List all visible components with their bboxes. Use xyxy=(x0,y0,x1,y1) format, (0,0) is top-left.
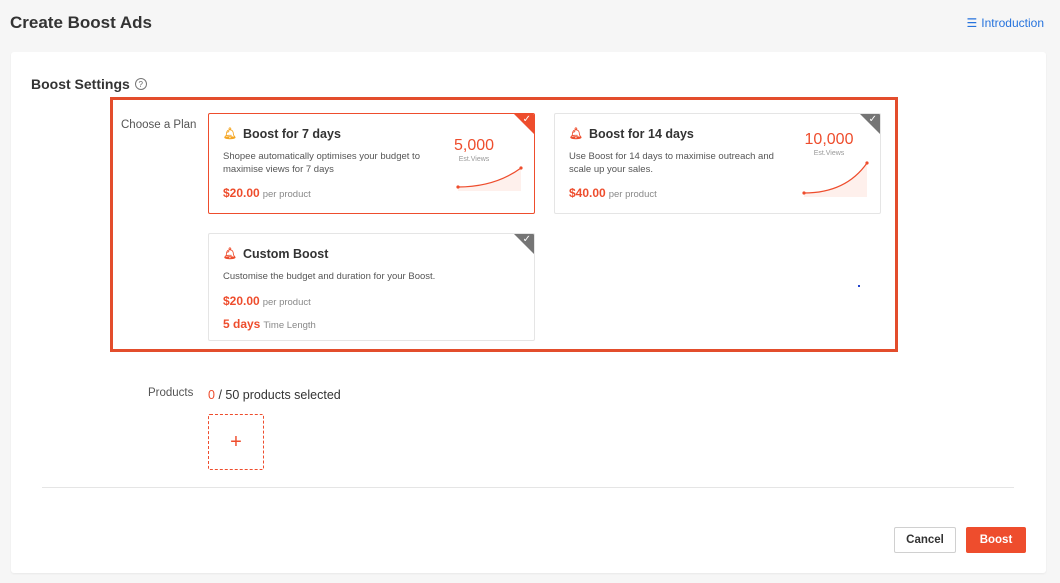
introduction-link[interactable]: ☰ Introduction xyxy=(967,16,1044,30)
views-label: Est.Views xyxy=(458,156,490,163)
plan-description: Use Boost for 14 days to maximise outrea… xyxy=(569,151,774,175)
plan-duration: 5 days Time Length xyxy=(223,317,316,331)
views-number: 10,000 xyxy=(804,131,854,148)
price-unit: per product xyxy=(608,189,657,200)
bell-icon: 🔔︎ xyxy=(223,127,237,140)
plan-card-custom[interactable]: ✓ 🔔︎ Custom Boost Customise the budget a… xyxy=(208,233,535,341)
plan-price: $20.00 per product xyxy=(223,186,311,200)
growth-curve xyxy=(456,166,523,191)
plan-price: $20.00 per product xyxy=(223,294,311,308)
duration-value: 5 days xyxy=(223,317,261,331)
bell-icon: 🔔︎ xyxy=(569,127,583,140)
price-value: $20.00 xyxy=(223,186,260,200)
check-icon: ✓ xyxy=(522,114,531,125)
bell-icon: 🔔︎ xyxy=(223,247,237,260)
plus-icon: + xyxy=(230,430,242,453)
products-label: Products xyxy=(148,387,194,399)
cancel-button[interactable]: Cancel xyxy=(894,527,956,553)
check-icon: ✓ xyxy=(868,114,877,125)
plan-price: $40.00 per product xyxy=(569,186,657,200)
plan-name-text: Custom Boost xyxy=(242,247,329,261)
views-number: 5,000 xyxy=(453,137,495,154)
plan-card-14-days[interactable]: ✓ 🔔︎ Boost for 14 days Use Boost for 14 … xyxy=(554,113,881,214)
price-unit: per product xyxy=(262,297,311,308)
plan-name: 🔔︎ Boost for 7 days xyxy=(223,127,341,141)
page-title: Create Boost Ads xyxy=(10,13,153,32)
est-views: 5,000 Est.Views xyxy=(449,137,499,164)
section-title: Boost Settings ? xyxy=(31,76,147,92)
views-label: Est.Views xyxy=(813,150,845,157)
introduction-label: Introduction xyxy=(981,16,1044,30)
check-icon: ✓ xyxy=(522,234,531,245)
price-value: $40.00 xyxy=(569,186,606,200)
help-icon[interactable]: ? xyxy=(134,78,147,90)
plan-card-7-days[interactable]: ✓ 🔔︎ Boost for 7 days Shopee automatical… xyxy=(208,113,535,214)
list-icon: ☰ xyxy=(966,16,978,30)
price-value: $20.00 xyxy=(223,294,260,308)
plan-description: Customise the budget and duration for yo… xyxy=(223,271,436,282)
growth-curve xyxy=(802,161,869,197)
products-total: / 50 products selected xyxy=(218,388,341,402)
plan-name: 🔔︎ Custom Boost xyxy=(223,247,328,261)
stray-dot xyxy=(858,285,860,287)
boost-button[interactable]: Boost xyxy=(966,527,1026,553)
plan-name-text: Boost for 7 days xyxy=(242,127,341,141)
selected-count: 0 xyxy=(208,388,215,402)
divider xyxy=(42,487,1014,488)
products-count: 0 / 50 products selected xyxy=(208,388,341,402)
plan-name-text: Boost for 14 days xyxy=(588,127,694,141)
section-title-text: Boost Settings xyxy=(31,76,130,92)
duration-unit: Time Length xyxy=(263,320,316,331)
choose-plan-label: Choose a Plan xyxy=(121,119,197,131)
plan-name: 🔔︎ Boost for 14 days xyxy=(569,127,694,141)
price-unit: per product xyxy=(262,189,311,200)
est-views: 10,000 Est.Views xyxy=(799,131,859,158)
plan-description: Shopee automatically optimises your budg… xyxy=(223,151,420,175)
add-product-button[interactable]: + xyxy=(208,414,264,470)
boost-settings-card: Boost Settings ? Choose a Plan ✓ 🔔︎ Boos… xyxy=(11,52,1046,573)
